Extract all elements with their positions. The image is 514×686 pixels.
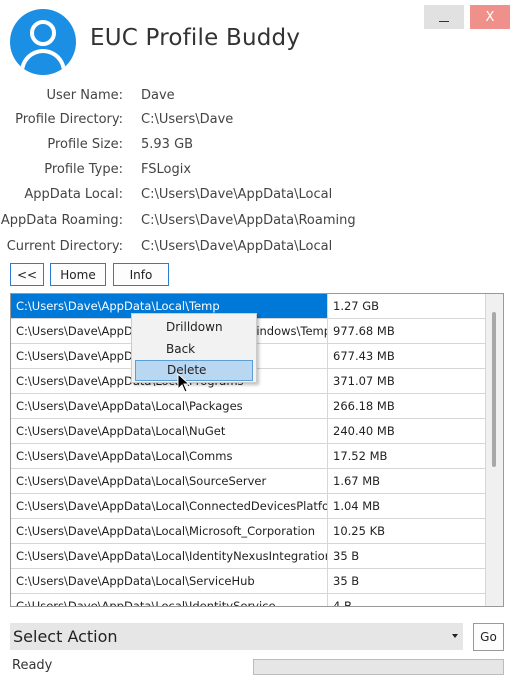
mouse-cursor-icon — [177, 373, 191, 393]
minimize-button[interactable] — [424, 5, 464, 29]
vertical-scrollbar[interactable] — [486, 294, 503, 606]
folder-list[interactable]: C:\Users\Dave\AppData\Local\Temp1.27 GBC… — [10, 293, 504, 607]
profile-value: Dave — [141, 88, 175, 103]
folder-size: 1.04 MB — [328, 494, 486, 519]
go-button[interactable]: Go — [473, 623, 504, 651]
progress-bar — [253, 659, 504, 675]
folder-size: 10.25 KB — [328, 519, 486, 544]
action-select[interactable]: Select Action — [10, 623, 463, 650]
profile-label: Profile Directory: — [15, 112, 123, 127]
folder-size: 266.18 MB — [328, 394, 486, 419]
info-button[interactable]: Info — [113, 263, 169, 286]
folder-path: C:\Users\Dave\AppData\Local\IdentityNexu… — [11, 544, 328, 569]
app-title: EUC Profile Buddy — [90, 25, 301, 51]
context-menu: Drilldown Back Delete — [131, 313, 257, 383]
folder-path: C:\Users\Dave\AppData\Local\SourceServer — [11, 469, 328, 494]
profile-value: C:\Users\Dave\AppData\Local — [141, 187, 333, 202]
folder-size: 677.43 MB — [328, 344, 486, 369]
folder-row[interactable]: C:\Users\Dave\AppData\Local\IdentityNexu… — [11, 544, 486, 569]
profile-label: AppData Local: — [24, 187, 123, 202]
context-menu-delete[interactable]: Delete — [135, 360, 253, 381]
folder-path: C:\Users\Dave\AppData\Local\ConnectedDev… — [11, 494, 328, 519]
context-menu-drilldown[interactable]: Drilldown — [135, 317, 253, 338]
folder-size: 4 B — [328, 594, 486, 606]
profile-label: Current Directory: — [6, 239, 123, 254]
profile-value: FSLogix — [141, 162, 192, 177]
status-text: Ready — [12, 658, 53, 673]
folder-path: C:\Users\Dave\AppData\Local\IdentityServ… — [11, 594, 328, 606]
folder-path: C:\Users\Dave\AppData\Local\NuGet — [11, 419, 328, 444]
folder-path: C:\Users\Dave\AppData\Local\ServiceHub — [11, 569, 328, 594]
folder-row[interactable]: C:\Users\Dave\AppData\Local\SourceServer… — [11, 469, 486, 494]
profile-label: AppData Roaming: — [0, 213, 123, 228]
folder-path: C:\Users\Dave\AppData\Local\Packages — [11, 394, 328, 419]
folder-size: 1.67 MB — [328, 469, 486, 494]
folder-size: 17.52 MB — [328, 444, 486, 469]
folder-size: 240.40 MB — [328, 419, 486, 444]
dropdown-arrow-icon — [452, 634, 458, 638]
profile-label: Profile Type: — [44, 162, 123, 177]
profile-label: Profile Size: — [47, 137, 123, 152]
folder-row[interactable]: C:\Users\Dave\AppData\Local\NuGet 240.40 … — [11, 419, 486, 444]
folder-path: C:\Users\Dave\AppData\Local\Comms — [11, 444, 328, 469]
folder-row[interactable]: C:\Users\Dave\AppData\Local\IdentityServ… — [11, 594, 486, 606]
folder-path: C:\Users\Dave\AppData\Local\Microsoft_Co… — [11, 519, 328, 544]
profile-value: C:\Users\Dave\AppData\Local — [141, 239, 333, 254]
folder-size: 977.68 MB — [328, 319, 486, 344]
app-logo-user-icon — [10, 9, 76, 75]
folder-size: 371.07 MB — [328, 369, 486, 394]
home-button[interactable]: Home — [50, 263, 106, 286]
profile-value: 5.93 GB — [141, 137, 194, 152]
folder-row[interactable]: C:\Users\Dave\AppData\Local\Microsoft_Co… — [11, 519, 486, 544]
scrollbar-thumb[interactable] — [492, 312, 496, 467]
minimize-icon — [439, 20, 449, 22]
folder-size: 1.27 GB — [328, 294, 486, 319]
folder-row[interactable]: C:\Users\Dave\AppData\Local\ConnectedDev… — [11, 494, 486, 519]
profile-value: C:\Users\Dave\AppData\Roaming — [141, 213, 356, 228]
action-select-value: Select Action — [13, 627, 118, 646]
folder-size: 35 B — [328, 544, 486, 569]
close-button[interactable]: X — [470, 5, 510, 29]
profile-label: User Name: — [46, 88, 124, 103]
back-button[interactable]: << — [10, 263, 44, 286]
folder-row[interactable]: C:\Users\Dave\AppData\Local\Comms 17.52 M… — [11, 444, 486, 469]
folder-row[interactable]: C:\Users\Dave\AppData\Local\Packages 266.… — [11, 394, 486, 419]
folder-row[interactable]: C:\Users\Dave\AppData\Local\ServiceHub 35… — [11, 569, 486, 594]
profile-value: C:\Users\Dave — [141, 112, 234, 127]
context-menu-back[interactable]: Back — [135, 339, 253, 360]
folder-size: 35 B — [328, 569, 486, 594]
